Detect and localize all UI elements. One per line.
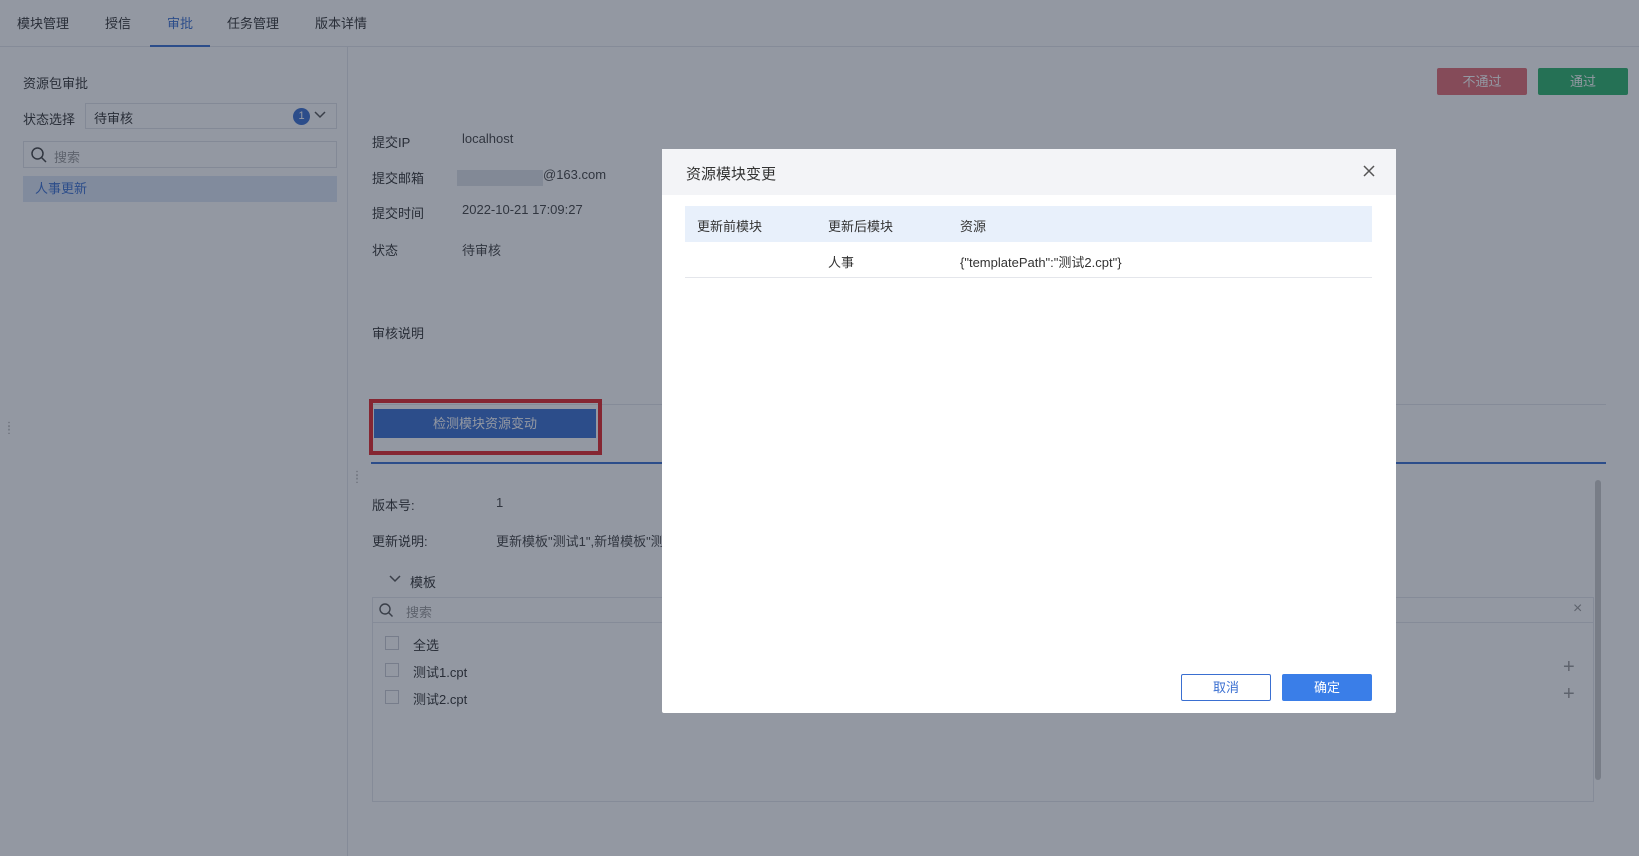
column-header: 更新后模块	[828, 219, 894, 234]
resource-module-change-dialog: 资源模块变更 更新前模块 更新后模块 资源 人事 {"templatePath"…	[662, 149, 1396, 713]
confirm-button[interactable]: 确定	[1282, 674, 1372, 701]
cancel-button[interactable]: 取消	[1181, 674, 1271, 701]
dialog-header: 资源模块变更	[662, 149, 1396, 195]
table-cell: 人事	[828, 255, 855, 270]
dialog-title: 资源模块变更	[686, 166, 777, 183]
table-header: 更新前模块 更新后模块 资源	[685, 206, 1372, 242]
column-header: 资源	[960, 219, 987, 234]
column-header: 更新前模块	[697, 219, 763, 234]
close-icon[interactable]	[1357, 159, 1381, 183]
table-row: 人事 {"templatePath":"测试2.cpt"}	[685, 242, 1372, 278]
table-cell: {"templatePath":"测试2.cpt"}	[960, 255, 1122, 270]
